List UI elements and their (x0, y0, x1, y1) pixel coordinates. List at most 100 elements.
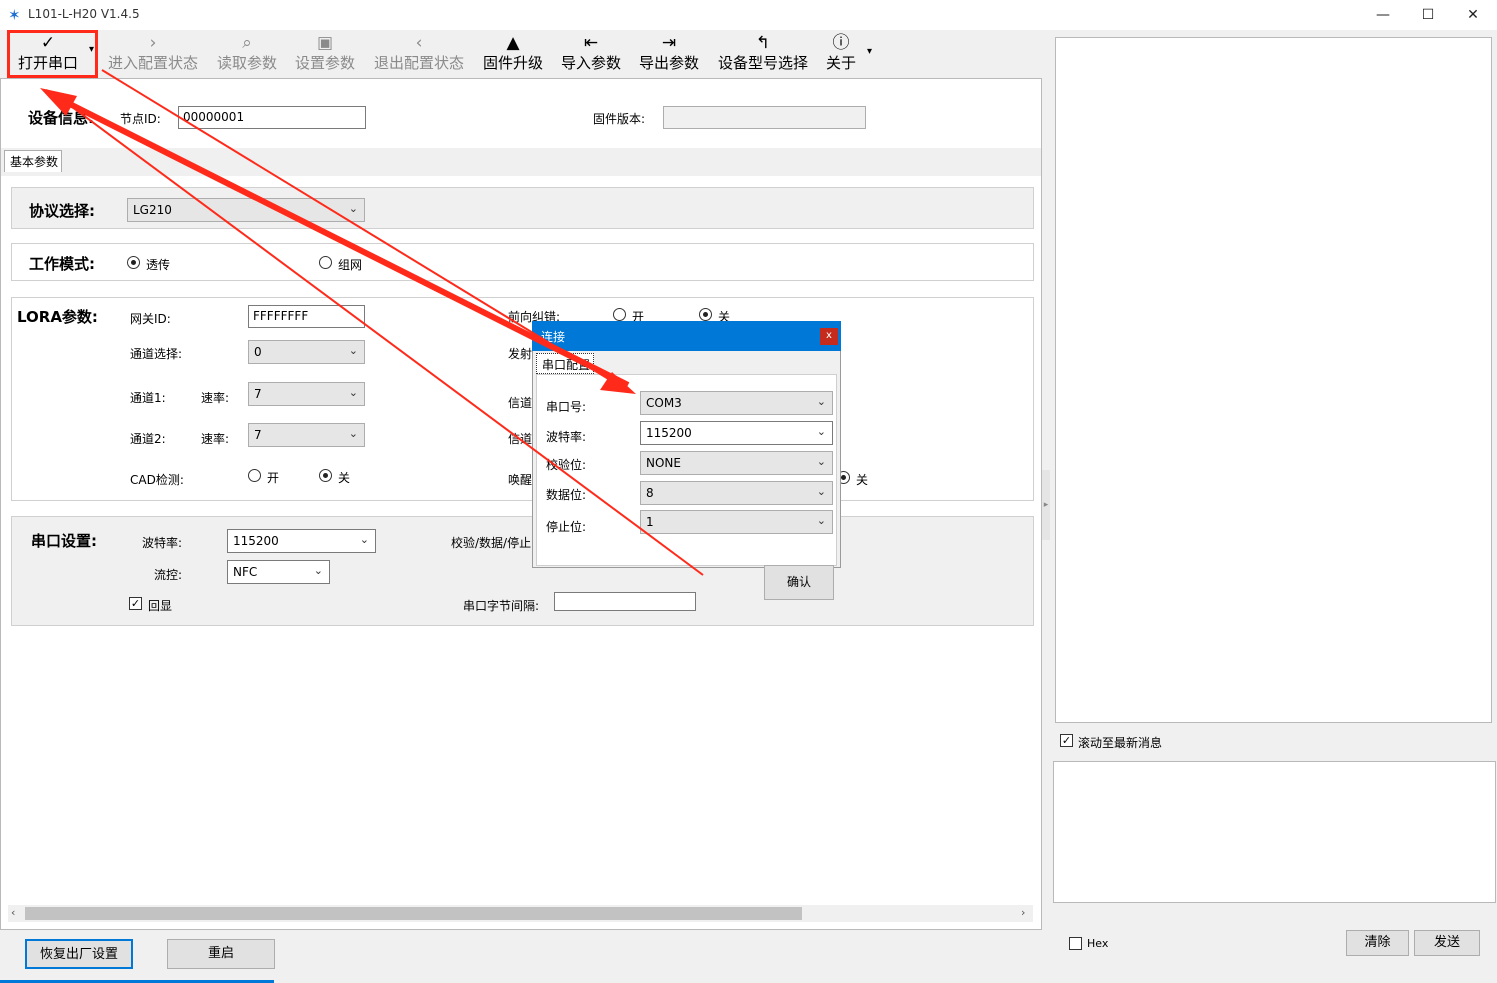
rate2-select[interactable]: 7 ⌄ (248, 423, 365, 447)
minimize-button[interactable]: — (1360, 0, 1406, 30)
save-icon: ▣ (316, 33, 334, 53)
import-icon: ⇤ (583, 33, 599, 53)
mode-network-label: 组网 (338, 258, 363, 272)
mode-transparent-radio[interactable] (127, 256, 140, 269)
maximize-button[interactable]: ☐ (1405, 0, 1451, 30)
node-id-input[interactable]: 00000001 (178, 106, 366, 129)
serial-baud-select[interactable]: 115200 ⌄ (227, 529, 376, 553)
dialog-confirm-button[interactable]: 确认 (764, 565, 834, 600)
scroll-left-icon[interactable]: ‹ (11, 906, 15, 919)
log-output-area[interactable] (1055, 37, 1492, 723)
flow-control-label: 流控: (154, 568, 183, 582)
send-input-area[interactable] (1053, 761, 1496, 903)
wake-label: 唤醒 (508, 473, 533, 487)
dialog-baud-select[interactable]: 115200 ⌄ (640, 421, 833, 445)
fec-on-radio[interactable] (613, 308, 626, 321)
enter-config-button[interactable]: › 进入配置状态 (103, 30, 203, 78)
flow-control-select[interactable]: NFC ⌄ (227, 560, 330, 584)
parity-data-stop-label: 校验/数据/停止 (451, 536, 532, 550)
channel1-label: 通道1: (130, 391, 166, 405)
tab-basic-params[interactable]: 基本参数 (4, 150, 62, 172)
mode-transparent-label: 透传 (146, 258, 171, 272)
import-params-button[interactable]: ⇤ 导入参数 (557, 30, 625, 78)
dialog-data-bits-label: 数据位: (546, 488, 587, 502)
dialog-data-bits-select[interactable]: 8 ⌄ (640, 481, 833, 505)
app-logo-icon: ✶ (8, 6, 21, 24)
title-bar (0, 0, 1497, 30)
rate1-label: 速率: (201, 391, 230, 405)
chevron-down-icon: ⌄ (348, 427, 358, 440)
scroll-latest-label: 滚动至最新消息 (1078, 736, 1163, 750)
rocket-icon: ▲ (506, 33, 520, 53)
chevron-down-icon: ⌄ (348, 344, 358, 357)
work-mode-label: 工作模式: (29, 255, 95, 273)
firmware-version-label: 固件版本: (593, 112, 646, 126)
node-id-label: 节点ID: (120, 112, 161, 126)
port-select[interactable]: COM3 ⌄ (640, 391, 833, 415)
dialog-parity-label: 校验位: (546, 458, 587, 472)
chevron-down-icon: ⌄ (816, 455, 826, 468)
export-params-button[interactable]: ⇥ 导出参数 (635, 30, 703, 78)
channel-select[interactable]: 0 ⌄ (248, 340, 365, 364)
chevron-down-icon: ⌄ (348, 386, 358, 399)
fec-off-radio[interactable] (699, 308, 712, 321)
rate2-label: 速率: (201, 432, 230, 446)
device-info-heading: 设备信息: (28, 109, 94, 127)
hex-label: Hex (1087, 937, 1109, 950)
byte-interval-input[interactable] (554, 592, 696, 611)
cad-on-radio[interactable] (248, 469, 261, 482)
gateway-id-label: 网关ID: (130, 312, 171, 326)
dialog-baud-label: 波特率: (546, 430, 587, 444)
chevron-down-icon: ⌄ (816, 485, 826, 498)
device-model-button[interactable]: ↰ 设备型号选择 (713, 30, 813, 78)
serial-baud-label: 波特率: (142, 536, 183, 550)
info-icon: ⓘ (832, 33, 850, 53)
set-params-button[interactable]: ▣ 设置参数 (291, 30, 359, 78)
scroll-right-icon[interactable]: › (1021, 906, 1025, 919)
chevron-down-icon: ⌄ (348, 202, 358, 215)
chevron-down-icon: ⌄ (816, 514, 826, 527)
scroll-latest-checkbox[interactable]: ✓ (1060, 734, 1073, 747)
close-button[interactable]: ✕ (1450, 0, 1496, 30)
splitter-handle[interactable]: ▸ (1042, 470, 1050, 540)
dialog-close-button[interactable]: x (820, 328, 838, 345)
serial-heading: 串口设置: (31, 532, 97, 550)
echo-checkbox[interactable]: ✓ (129, 597, 142, 610)
dialog-tab-serial[interactable]: 串口配置 (536, 353, 594, 374)
read-params-button[interactable]: ⌕ 读取参数 (213, 30, 281, 78)
rate1-select[interactable]: 7 ⌄ (248, 382, 365, 406)
channel-a-label: 信道 (508, 396, 533, 410)
restart-button[interactable]: 重启 (167, 939, 275, 969)
highlight-box (7, 30, 98, 78)
dialog-stop-bits-select[interactable]: 1 ⌄ (640, 510, 833, 534)
byte-interval-label: 串口字节间隔: (463, 599, 540, 613)
dialog-stop-bits-label: 停止位: (546, 520, 587, 534)
cad-label: CAD检测: (130, 473, 184, 487)
exit-config-button[interactable]: ‹ 退出配置状态 (369, 30, 469, 78)
protocol-select[interactable]: LG210 ⌄ (127, 198, 365, 222)
cad-off-radio[interactable] (319, 469, 332, 482)
dialog-parity-select[interactable]: NONE ⌄ (640, 451, 833, 475)
mode-network-radio[interactable] (319, 256, 332, 269)
chevron-down-icon: ⌄ (359, 533, 369, 546)
clear-button[interactable]: 清除 (1346, 930, 1409, 956)
chevron-right-icon: › (149, 33, 157, 53)
channel-b-label: 信道 (508, 432, 533, 446)
about-button[interactable]: ⓘ 关于 (821, 30, 861, 78)
chevron-down-icon: ⌄ (816, 425, 826, 438)
hex-checkbox[interactable] (1069, 937, 1082, 950)
window-title: L101-L-H20 V1.4.5 (28, 7, 140, 21)
toolbar-overflow-icon[interactable]: ▾ (867, 46, 872, 57)
chevron-down-icon: ⌄ (816, 395, 826, 408)
tx-power-label: 发射 (508, 347, 533, 361)
firmware-upgrade-button[interactable]: ▲ 固件升级 (479, 30, 547, 78)
search-doc-icon: ⌕ (242, 33, 252, 53)
restore-factory-button[interactable]: 恢复出厂设置 (25, 939, 133, 969)
port-label: 串口号: (546, 400, 587, 414)
chevron-down-icon: ⌄ (313, 564, 323, 577)
gateway-id-input[interactable]: FFFFFFFF (248, 305, 365, 328)
chevron-left-icon: ‹ (415, 33, 423, 53)
send-button[interactable]: 发送 (1414, 930, 1480, 956)
protocol-label: 协议选择: (29, 202, 95, 220)
scrollbar-thumb[interactable] (25, 907, 802, 920)
